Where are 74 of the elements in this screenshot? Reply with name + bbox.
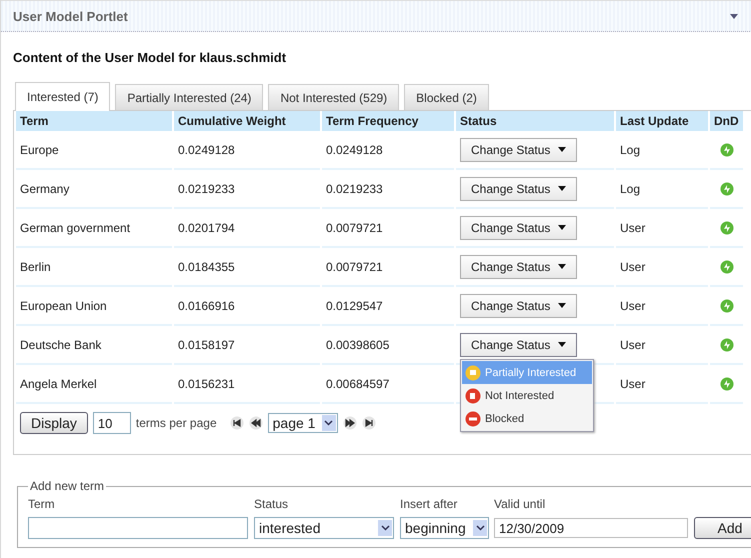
last-update-cell: User xyxy=(620,298,646,312)
weight-cell: 0.0249128 xyxy=(178,142,235,156)
tab[interactable]: Not Interested (529) xyxy=(268,84,400,110)
caret-icon xyxy=(558,225,566,230)
caret-icon xyxy=(558,147,566,152)
frequency-cell: 0.0129547 xyxy=(326,298,383,312)
column-header: DnD xyxy=(710,111,743,131)
first-page-icon[interactable] xyxy=(230,416,244,430)
field-label: Insert after xyxy=(400,497,458,511)
term-cell: Germany xyxy=(20,182,70,196)
per-page-label: terms per page xyxy=(136,416,217,430)
last-page-icon[interactable] xyxy=(362,416,376,430)
change-status-button[interactable]: Change Status xyxy=(460,176,578,200)
change-status-button[interactable]: Change Status xyxy=(460,332,578,356)
tab[interactable]: Interested (7) xyxy=(15,82,110,111)
frequency-cell: 0.0079721 xyxy=(326,260,383,274)
last-update-cell: User xyxy=(620,338,646,352)
insert-after-select[interactable]: beginning xyxy=(400,517,489,539)
menu-item[interactable]: Blocked xyxy=(462,407,592,430)
caret-icon xyxy=(558,303,566,308)
next-page-icon[interactable] xyxy=(342,416,357,430)
last-update-cell: User xyxy=(620,376,646,390)
tab[interactable]: Blocked (2) xyxy=(404,84,489,110)
weight-cell: 0.0184355 xyxy=(178,260,235,274)
frequency-cell: 0.0249128 xyxy=(326,142,383,156)
change-status-button[interactable]: Change Status xyxy=(460,294,578,318)
blocked-icon xyxy=(465,410,481,426)
frequency-cell: 0.00684597 xyxy=(326,376,390,390)
field-label: Term xyxy=(28,497,56,511)
tab[interactable]: Partially Interested (24) xyxy=(115,84,264,110)
per-page-field[interactable]: 10 xyxy=(92,412,131,434)
column-header: Term xyxy=(16,111,172,131)
change-status-button[interactable]: Change Status xyxy=(460,254,578,278)
frequency-cell: 0.0079721 xyxy=(326,220,383,234)
caret-icon xyxy=(558,186,566,191)
term-input-field[interactable] xyxy=(28,517,248,539)
frequency-cell: 0.0219233 xyxy=(326,182,383,196)
last-update-cell: User xyxy=(620,220,646,234)
display-button[interactable]: Display xyxy=(20,412,88,434)
weight-cell: 0.0156231 xyxy=(178,376,235,390)
menu-item[interactable]: Not Interested xyxy=(462,384,592,407)
column-header: Cumulative Weight xyxy=(174,111,320,131)
term-cell: European Union xyxy=(20,298,107,312)
add-button[interactable]: Add xyxy=(694,517,751,539)
column-header: Term Frequency xyxy=(322,111,454,131)
weight-cell: 0.0201794 xyxy=(178,220,235,234)
previous-page-icon[interactable] xyxy=(248,416,263,430)
frequency-cell: 0.00398605 xyxy=(326,338,390,352)
weight-cell: 0.0219233 xyxy=(178,182,235,196)
page-select[interactable]: page 1 xyxy=(268,413,338,433)
column-header: Status xyxy=(456,111,614,131)
last-update-cell: Log xyxy=(620,142,640,156)
page-heading: Content of the User Model for klaus.schmidt xyxy=(13,49,288,67)
term-cell: German government xyxy=(20,220,130,234)
last-update-cell: Log xyxy=(620,182,640,196)
term-cell: Europe xyxy=(20,142,59,156)
portlet-title: User Model Portlet xyxy=(13,8,128,24)
field-label: Status xyxy=(254,497,290,511)
last-update-cell: User xyxy=(620,260,646,274)
term-cell: Angela Merkel xyxy=(20,376,97,390)
caret-icon xyxy=(558,264,566,269)
change-status-button[interactable]: Change Status xyxy=(460,216,578,240)
weight-cell: 0.0166916 xyxy=(178,298,235,312)
caret-icon xyxy=(558,342,566,347)
term-cell: Deutsche Bank xyxy=(20,338,102,352)
panel-legend: Add new term xyxy=(28,479,106,493)
valid-until-field[interactable]: 12/30/2009 xyxy=(494,518,688,538)
term-cell: Berlin xyxy=(20,260,51,274)
weight-cell: 0.0158197 xyxy=(178,338,235,352)
field-label: Valid until xyxy=(494,497,546,511)
caret-icon[interactable] xyxy=(730,14,738,18)
column-header: Last Update xyxy=(616,111,708,131)
change-status-button[interactable]: Change Status xyxy=(460,138,578,162)
status-select[interactable]: interested xyxy=(254,517,394,539)
